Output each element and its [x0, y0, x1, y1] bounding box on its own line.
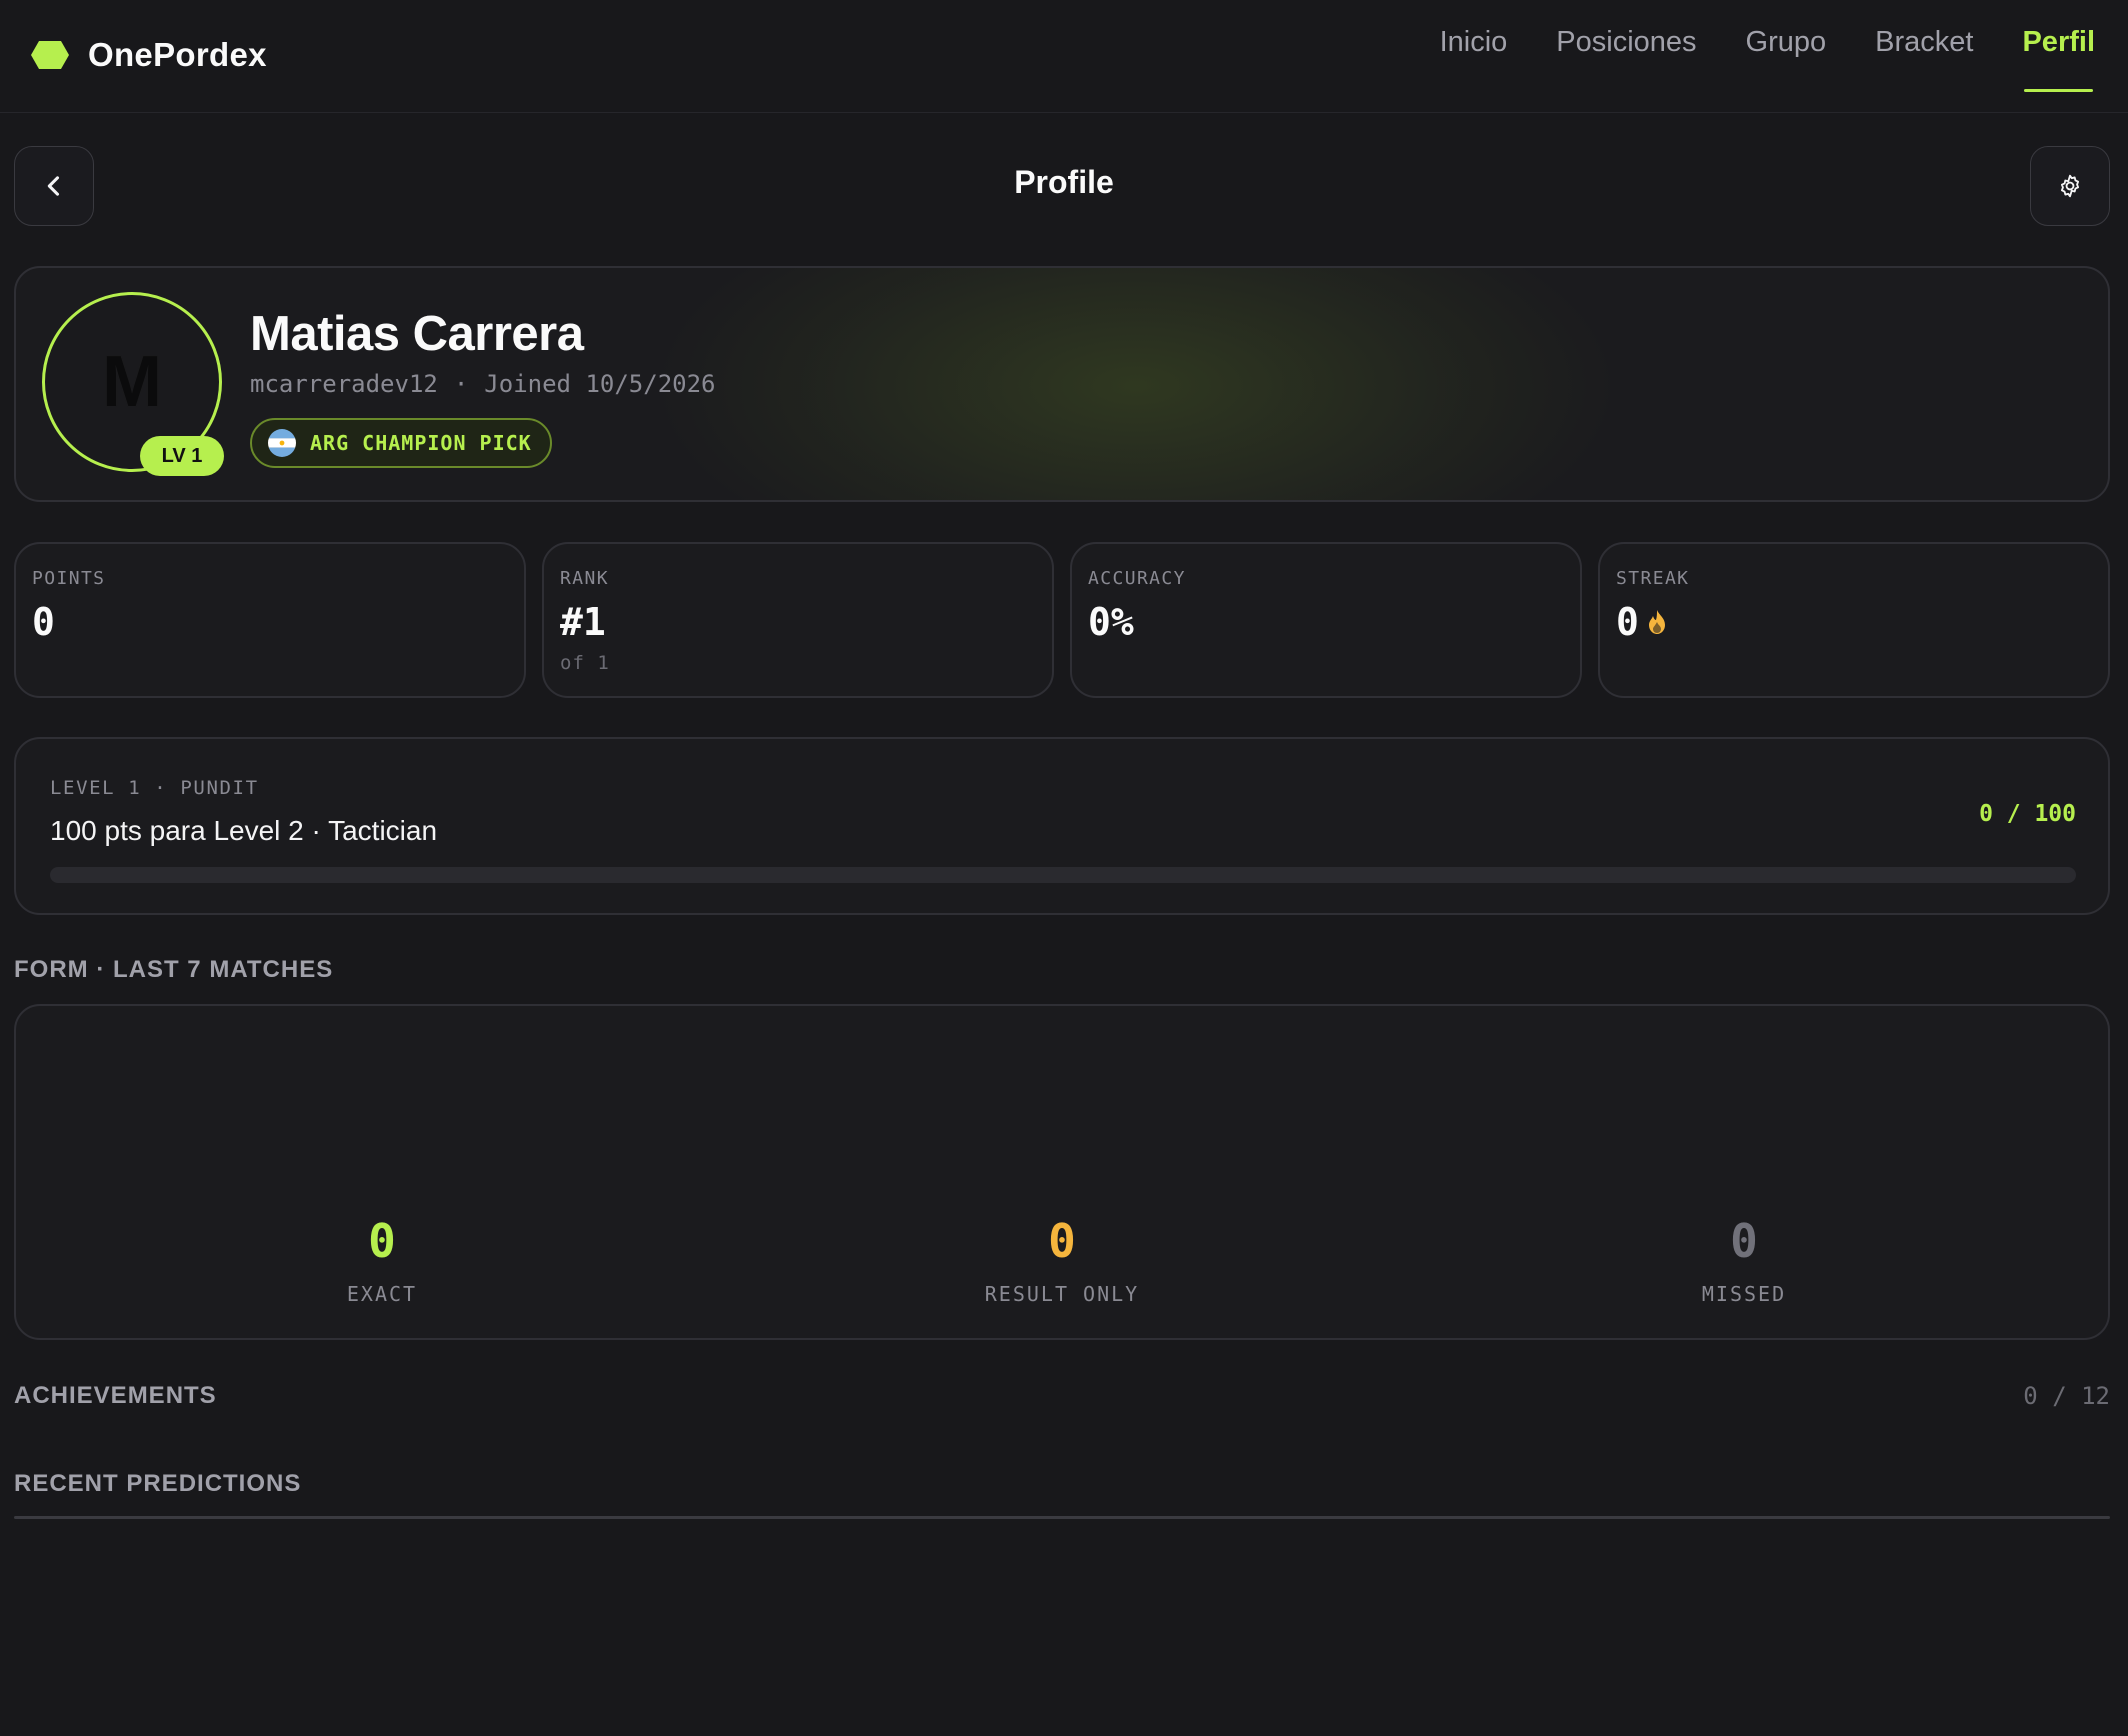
points-value: 0	[32, 600, 55, 644]
level-badge: LV 1	[140, 436, 224, 476]
stat-card-rank: RANK #1 of 1	[542, 542, 1054, 698]
nav-item-inicio[interactable]: Inicio	[1440, 26, 1508, 92]
settings-button[interactable]	[2030, 146, 2110, 226]
stat-value: 0%	[1088, 600, 1134, 644]
stat-label: RANK	[560, 568, 609, 589]
form-stat-missed: 0 MISSED	[1594, 1218, 1894, 1306]
user-meta: mcarreradev12 · Joined 10/5/2026	[250, 370, 715, 398]
stat-card-streak: STREAK 0	[1598, 542, 2110, 698]
stat-value: 0	[32, 600, 55, 644]
meta-separator: ·	[453, 370, 469, 398]
form-stat-exact: 0 EXACT	[232, 1218, 532, 1306]
nav-item-perfil[interactable]: Perfil	[2022, 26, 2095, 92]
stat-value: 0	[1616, 600, 1667, 644]
user-full-name: Matias Carrera	[250, 307, 584, 361]
stat-value: #1	[560, 600, 606, 644]
champion-pick-label: ARG CHAMPION PICK	[310, 431, 532, 455]
stat-card-points: POINTS 0	[14, 542, 526, 698]
next-level-text: 100 pts para Level 2 · Tactician	[50, 815, 438, 846]
flame-icon	[1648, 610, 1665, 634]
recent-predictions-heading: RECENT PREDICTIONS	[14, 1470, 302, 1497]
level-points-count: 0 / 100	[1979, 801, 2076, 827]
main-nav: Inicio Posiciones Grupo Bracket Perfil	[1440, 26, 2095, 92]
achievements-count: 0 / 12	[2023, 1382, 2110, 1410]
nav-item-grupo[interactable]: Grupo	[1746, 26, 1827, 92]
form-card: 0 EXACT 0 RESULT ONLY 0 MISSED	[14, 1004, 2110, 1340]
accuracy-value: 0%	[1088, 600, 1134, 644]
missed-label: MISSED	[1701, 1282, 1787, 1306]
rank-value: #1	[560, 600, 606, 644]
brand-logo-icon	[31, 41, 69, 69]
stat-label: POINTS	[32, 568, 106, 589]
exact-count: 0	[368, 1214, 396, 1268]
result-only-count: 0	[1048, 1214, 1076, 1268]
username: mcarreradev12	[250, 370, 438, 398]
streak-value: 0	[1616, 600, 1639, 644]
stat-label: STREAK	[1616, 568, 1690, 589]
gear-icon	[2060, 174, 2080, 198]
section-divider	[14, 1516, 2110, 1519]
result-only-label: RESULT ONLY	[984, 1282, 1140, 1306]
achievements-heading: ACHIEVEMENTS	[14, 1382, 217, 1409]
nav-item-bracket[interactable]: Bracket	[1875, 26, 1973, 92]
missed-count: 0	[1730, 1214, 1758, 1268]
exact-label: EXACT	[346, 1282, 418, 1306]
brand-name: OnePordex	[88, 36, 267, 73]
form-stat-result-only: 0 RESULT ONLY	[912, 1218, 1212, 1306]
avatar-initial: M	[102, 342, 162, 422]
page-title: Profile	[1014, 164, 1114, 200]
top-navigation-bar: OnePordex Inicio Posiciones Grupo Bracke…	[0, 0, 2128, 113]
brand[interactable]: OnePordex	[30, 36, 267, 74]
level-title: LEVEL 1 · PUNDIT	[50, 777, 259, 799]
stat-subtext: of 1	[560, 652, 610, 674]
champion-pick-badge: ARG CHAMPION PICK	[250, 418, 552, 468]
stat-card-accuracy: ACCURACY 0%	[1070, 542, 1582, 698]
argentina-flag-icon	[268, 429, 296, 457]
level-progress-card: LEVEL 1 · PUNDIT 100 pts para Level 2 · …	[14, 737, 2110, 915]
level-progress-bar	[50, 867, 2076, 883]
profile-card: M LV 1 Matias Carrera mcarreradev12 · Jo…	[14, 266, 2110, 502]
nav-item-posiciones[interactable]: Posiciones	[1556, 26, 1696, 92]
joined-date: Joined 10/5/2026	[484, 370, 716, 398]
form-section-heading: FORM · LAST 7 MATCHES	[14, 956, 334, 983]
stat-label: ACCURACY	[1088, 568, 1186, 589]
